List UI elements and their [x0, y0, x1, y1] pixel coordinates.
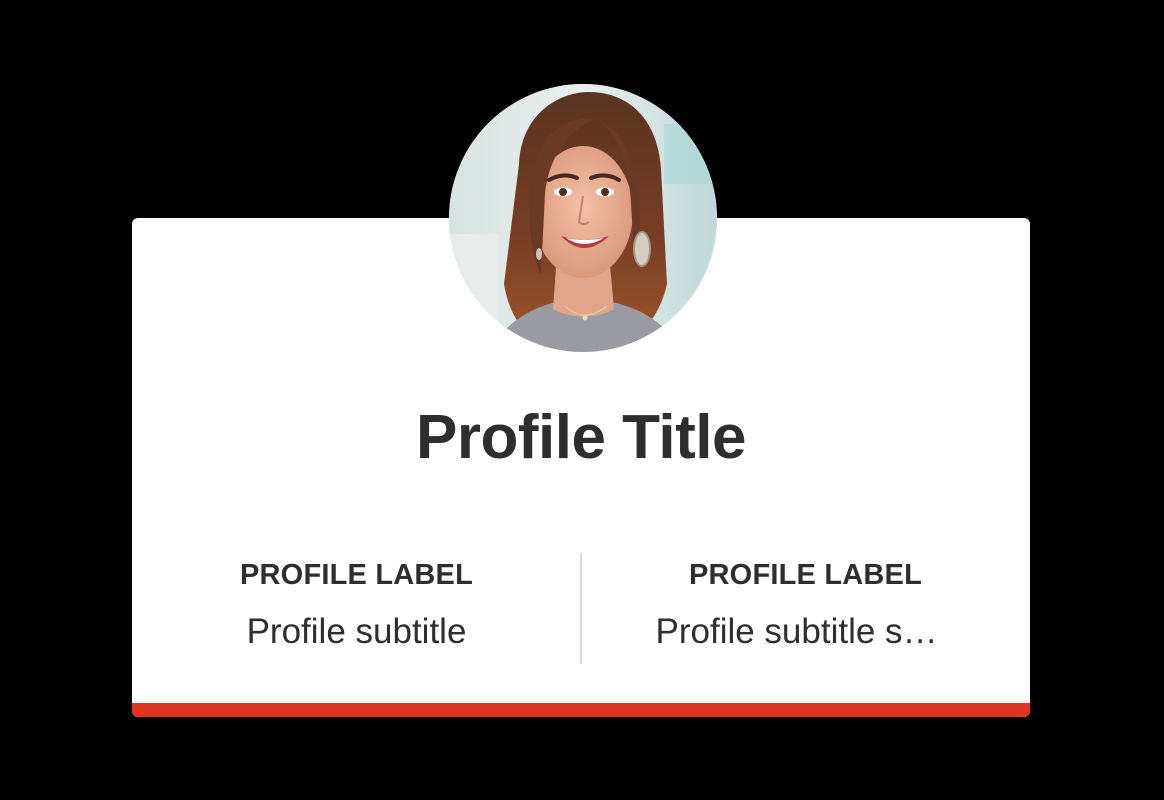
profile-label: PROFILE LABEL [240, 559, 473, 591]
profile-photo-icon [449, 84, 717, 352]
avatar [449, 84, 717, 352]
profile-title: Profile Title [416, 403, 747, 472]
profile-stat-left: PROFILE LABEL Profile subtitle [132, 558, 581, 652]
profile-stat-right: PROFILE LABEL Profile subtitle subtitle [581, 558, 1030, 652]
card-accent-bar [132, 703, 1030, 717]
profile-subtitle: Profile subtitle [246, 612, 467, 651]
profile-label: PROFILE LABEL [689, 559, 922, 591]
profile-subtitle: Profile subtitle subtitle [655, 612, 956, 651]
